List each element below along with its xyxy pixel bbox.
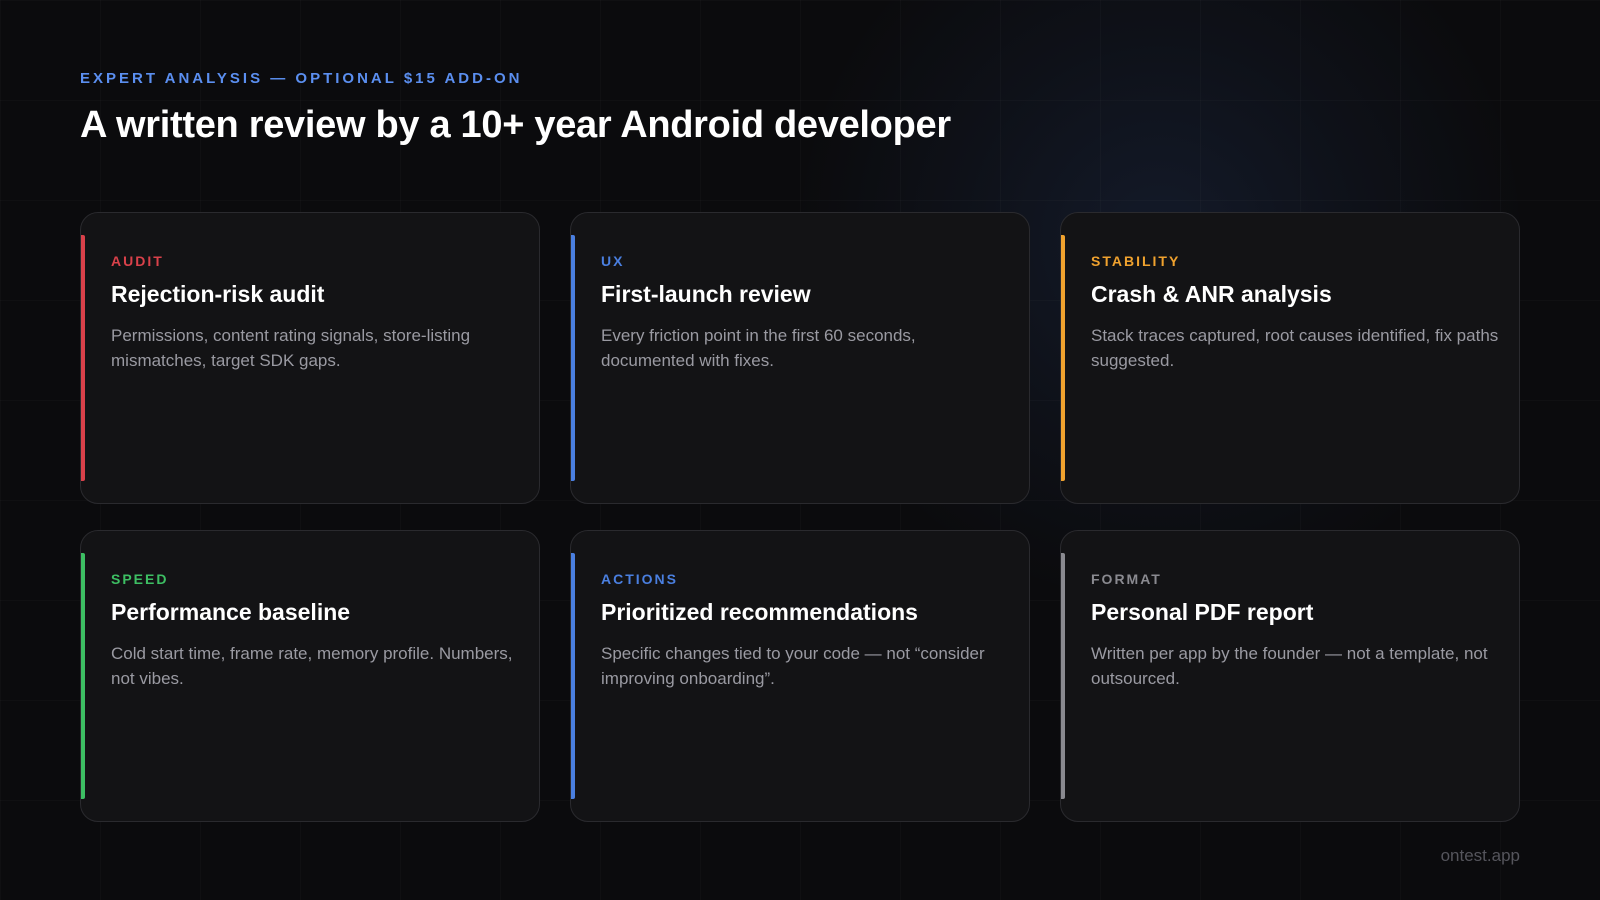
card-description: Cold start time, frame rate, memory prof… — [111, 644, 513, 688]
feature-card-audit: AUDIT Rejection-risk audit Permissions, … — [80, 212, 540, 504]
card-title: Performance baseline — [111, 599, 351, 625]
card-title: First-launch review — [601, 281, 811, 307]
card-title: Crash & ANR analysis — [1091, 281, 1332, 307]
card-tag: SPEED — [111, 571, 169, 587]
card-accent-bar — [571, 235, 575, 481]
feature-card-format: FORMAT Personal PDF report Written per a… — [1060, 530, 1520, 822]
card-title: Rejection-risk audit — [111, 281, 325, 307]
card-tag: UX — [601, 253, 625, 269]
card-description: Permissions, content rating signals, sto… — [111, 326, 471, 370]
card-description: Written per app by the founder — not a t… — [1091, 644, 1488, 688]
card-accent-bar — [1061, 235, 1065, 481]
section-eyebrow: EXPERT ANALYSIS — OPTIONAL $15 ADD-ON — [80, 70, 523, 87]
card-title: Prioritized recommendations — [601, 599, 918, 625]
feature-card-grid: AUDIT Rejection-risk audit Permissions, … — [80, 212, 1520, 822]
card-tag: AUDIT — [111, 253, 164, 269]
card-accent-bar — [81, 235, 85, 481]
card-tag: STABILITY — [1091, 253, 1181, 269]
feature-card-stability: STABILITY Crash & ANR analysis Stack tra… — [1060, 212, 1520, 504]
card-accent-bar — [1061, 553, 1065, 799]
feature-card-speed: SPEED Performance baseline Cold start ti… — [80, 530, 540, 822]
card-tag: ACTIONS — [601, 571, 678, 587]
card-description: Stack traces captured, root causes ident… — [1091, 326, 1499, 370]
page-title: A written review by a 10+ year Android d… — [80, 104, 951, 146]
feature-card-ux: UX First-launch review Every friction po… — [570, 212, 1030, 504]
card-accent-bar — [571, 553, 575, 799]
feature-card-actions: ACTIONS Prioritized recommendations Spec… — [570, 530, 1030, 822]
card-accent-bar — [81, 553, 85, 799]
card-title: Personal PDF report — [1091, 599, 1314, 625]
footer-brand[interactable]: ontest.app — [1441, 846, 1520, 866]
card-tag: FORMAT — [1091, 571, 1162, 587]
card-description: Every friction point in the first 60 sec… — [601, 326, 916, 370]
card-description: Specific changes tied to your code — not… — [601, 644, 985, 688]
